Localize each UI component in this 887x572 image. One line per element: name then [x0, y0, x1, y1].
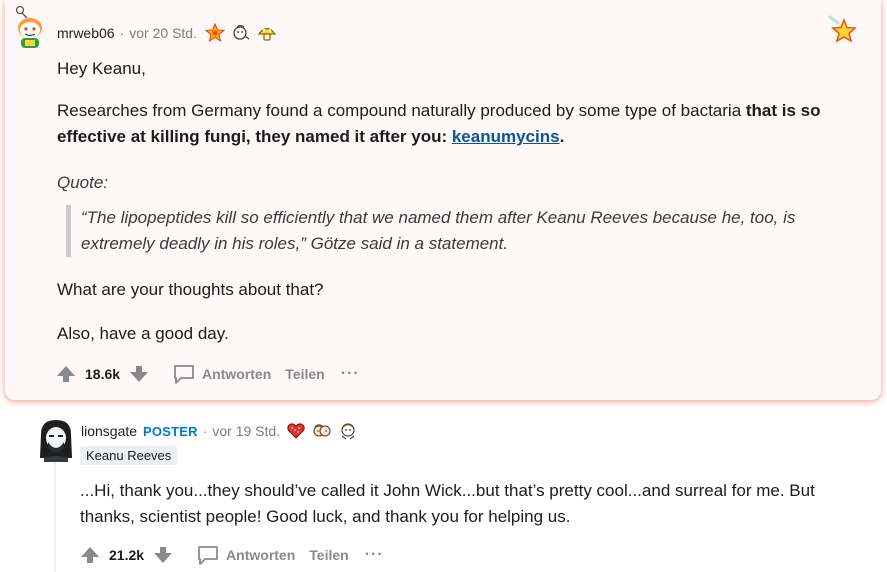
username[interactable]: lionsgate [81, 423, 137, 439]
reply-label: Antworten [226, 547, 296, 563]
upvote-icon[interactable] [79, 544, 101, 566]
comment-paragraph-main: Researches from Germany found a compound… [57, 98, 857, 150]
helpful-award-icon[interactable] [231, 23, 251, 43]
upvote-icon[interactable] [55, 363, 77, 385]
more-options-button[interactable]: ··· [341, 365, 360, 383]
thoughts-text: What are your thoughts about that? [57, 280, 324, 299]
share-button[interactable]: Teilen [285, 366, 324, 382]
meta-separator: · [202, 423, 208, 439]
reply-body: ...Hi, thank you...they should’ve called… [80, 478, 870, 530]
award-star-icon[interactable] [828, 15, 858, 50]
comment-paragraph-bye: Also, have a good day. [57, 321, 229, 347]
more-options-button[interactable]: ··· [365, 546, 384, 564]
comment-actions: 18.6k Antworten Teilen ··· [55, 363, 360, 385]
blockquote: “The lipopeptides kill so efficiently th… [66, 205, 841, 257]
avatar-mrweb06[interactable] [10, 4, 48, 48]
quote-label-text: Quote: [57, 173, 109, 192]
comment-meta-reply: lionsgate POSTER · vor 19 Std. [81, 421, 358, 441]
wholesome-star-award-icon[interactable] [204, 22, 226, 43]
keanumycins-link[interactable]: keanumycins [452, 127, 560, 146]
vote-score: 21.2k [109, 547, 145, 563]
gold-mushroom-award-icon[interactable] [257, 23, 277, 43]
quote-label: Quote: [57, 170, 108, 196]
vote-score: 18.6k [85, 366, 121, 382]
avatar-lionsgate[interactable] [36, 418, 76, 462]
share-button[interactable]: Teilen [309, 547, 348, 563]
comment-greeting: Hey Keanu, [57, 56, 857, 82]
share-label: Teilen [285, 366, 325, 382]
thread-line[interactable] [54, 462, 56, 572]
poster-badge: POSTER [143, 423, 198, 439]
paragraph-text: Researches from Germany found a compound… [57, 101, 746, 120]
user-flair: Keanu Reeves [80, 446, 178, 465]
more-options-icon: ··· [364, 546, 384, 563]
comment-paragraph-thoughts: What are your thoughts about that? [57, 277, 324, 303]
downvote-icon[interactable] [128, 363, 150, 385]
comment-bubble-icon [174, 365, 194, 384]
paragraph-end: . [559, 127, 565, 146]
share-label: Teilen [309, 547, 349, 563]
reply-actions: 21.2k Antworten Teilen ··· [79, 544, 384, 566]
downvote-icon[interactable] [152, 544, 174, 566]
keanu-avatar-icon [40, 420, 72, 462]
meta-separator: · [119, 25, 125, 41]
quote-text: “The lipopeptides kill so efficiently th… [81, 208, 796, 253]
bravo-award-icon[interactable] [338, 421, 358, 441]
bye-text: Also, have a good day. [57, 324, 229, 343]
timestamp[interactable]: vor 20 Std. [129, 25, 197, 41]
timestamp[interactable]: vor 19 Std. [212, 423, 280, 439]
username[interactable]: mrweb06 [57, 25, 115, 41]
hug-award-icon[interactable] [312, 421, 332, 441]
reply-button[interactable]: Antworten [172, 363, 271, 385]
comment-meta: mrweb06 · vor 20 Std. [57, 22, 277, 43]
comment-bubble-icon [198, 546, 218, 565]
reply-label: Antworten [202, 366, 272, 382]
reply-button[interactable]: Antworten [196, 544, 295, 566]
reply-text: ...Hi, thank you...they should’ve called… [80, 481, 815, 526]
heart-award-icon[interactable] [286, 421, 306, 441]
greeting-text: Hey Keanu, [57, 59, 146, 78]
more-options-icon: ··· [340, 365, 360, 382]
snoo-avatar-icon [15, 5, 42, 48]
